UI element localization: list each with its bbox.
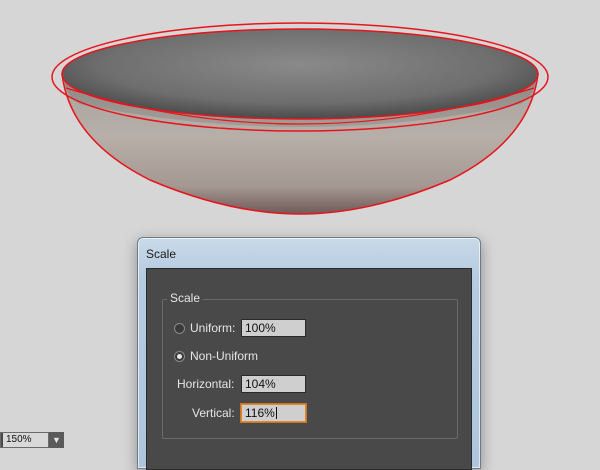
status-bar: 150% ▼ — [0, 432, 64, 448]
horizontal-input[interactable]: 104% — [241, 375, 306, 393]
non-uniform-label: Non-Uniform — [190, 349, 259, 363]
uniform-option[interactable]: Uniform: — [174, 321, 235, 335]
non-uniform-option[interactable]: Non-Uniform — [174, 349, 258, 363]
text-cursor — [275, 407, 277, 419]
uniform-radio[interactable] — [174, 322, 185, 334]
artboard-canvas[interactable]: Scale Scale Uniform: 100% Non-Uniform Ho… — [0, 0, 600, 470]
dialog-body: Scale Uniform: 100% Non-Uniform Horizont… — [146, 268, 472, 470]
uniform-label: Uniform: — [190, 321, 236, 335]
non-uniform-radio[interactable] — [174, 350, 185, 362]
horizontal-label: Horizontal: — [177, 377, 235, 391]
uniform-input[interactable]: 100% — [241, 319, 306, 337]
scale-group-title: Scale — [167, 291, 204, 305]
bowl-artwork[interactable] — [0, 0, 600, 240]
vertical-input-value: 116% — [245, 406, 275, 420]
vertical-label: Vertical: — [192, 406, 235, 420]
chevron-down-icon[interactable]: ▼ — [48, 432, 64, 448]
scale-dialog[interactable]: Scale Scale Uniform: 100% Non-Uniform Ho… — [137, 237, 481, 470]
zoom-level-field[interactable]: 150% — [0, 432, 49, 448]
vertical-input[interactable]: 116% — [241, 404, 306, 422]
dialog-title: Scale — [146, 247, 177, 261]
